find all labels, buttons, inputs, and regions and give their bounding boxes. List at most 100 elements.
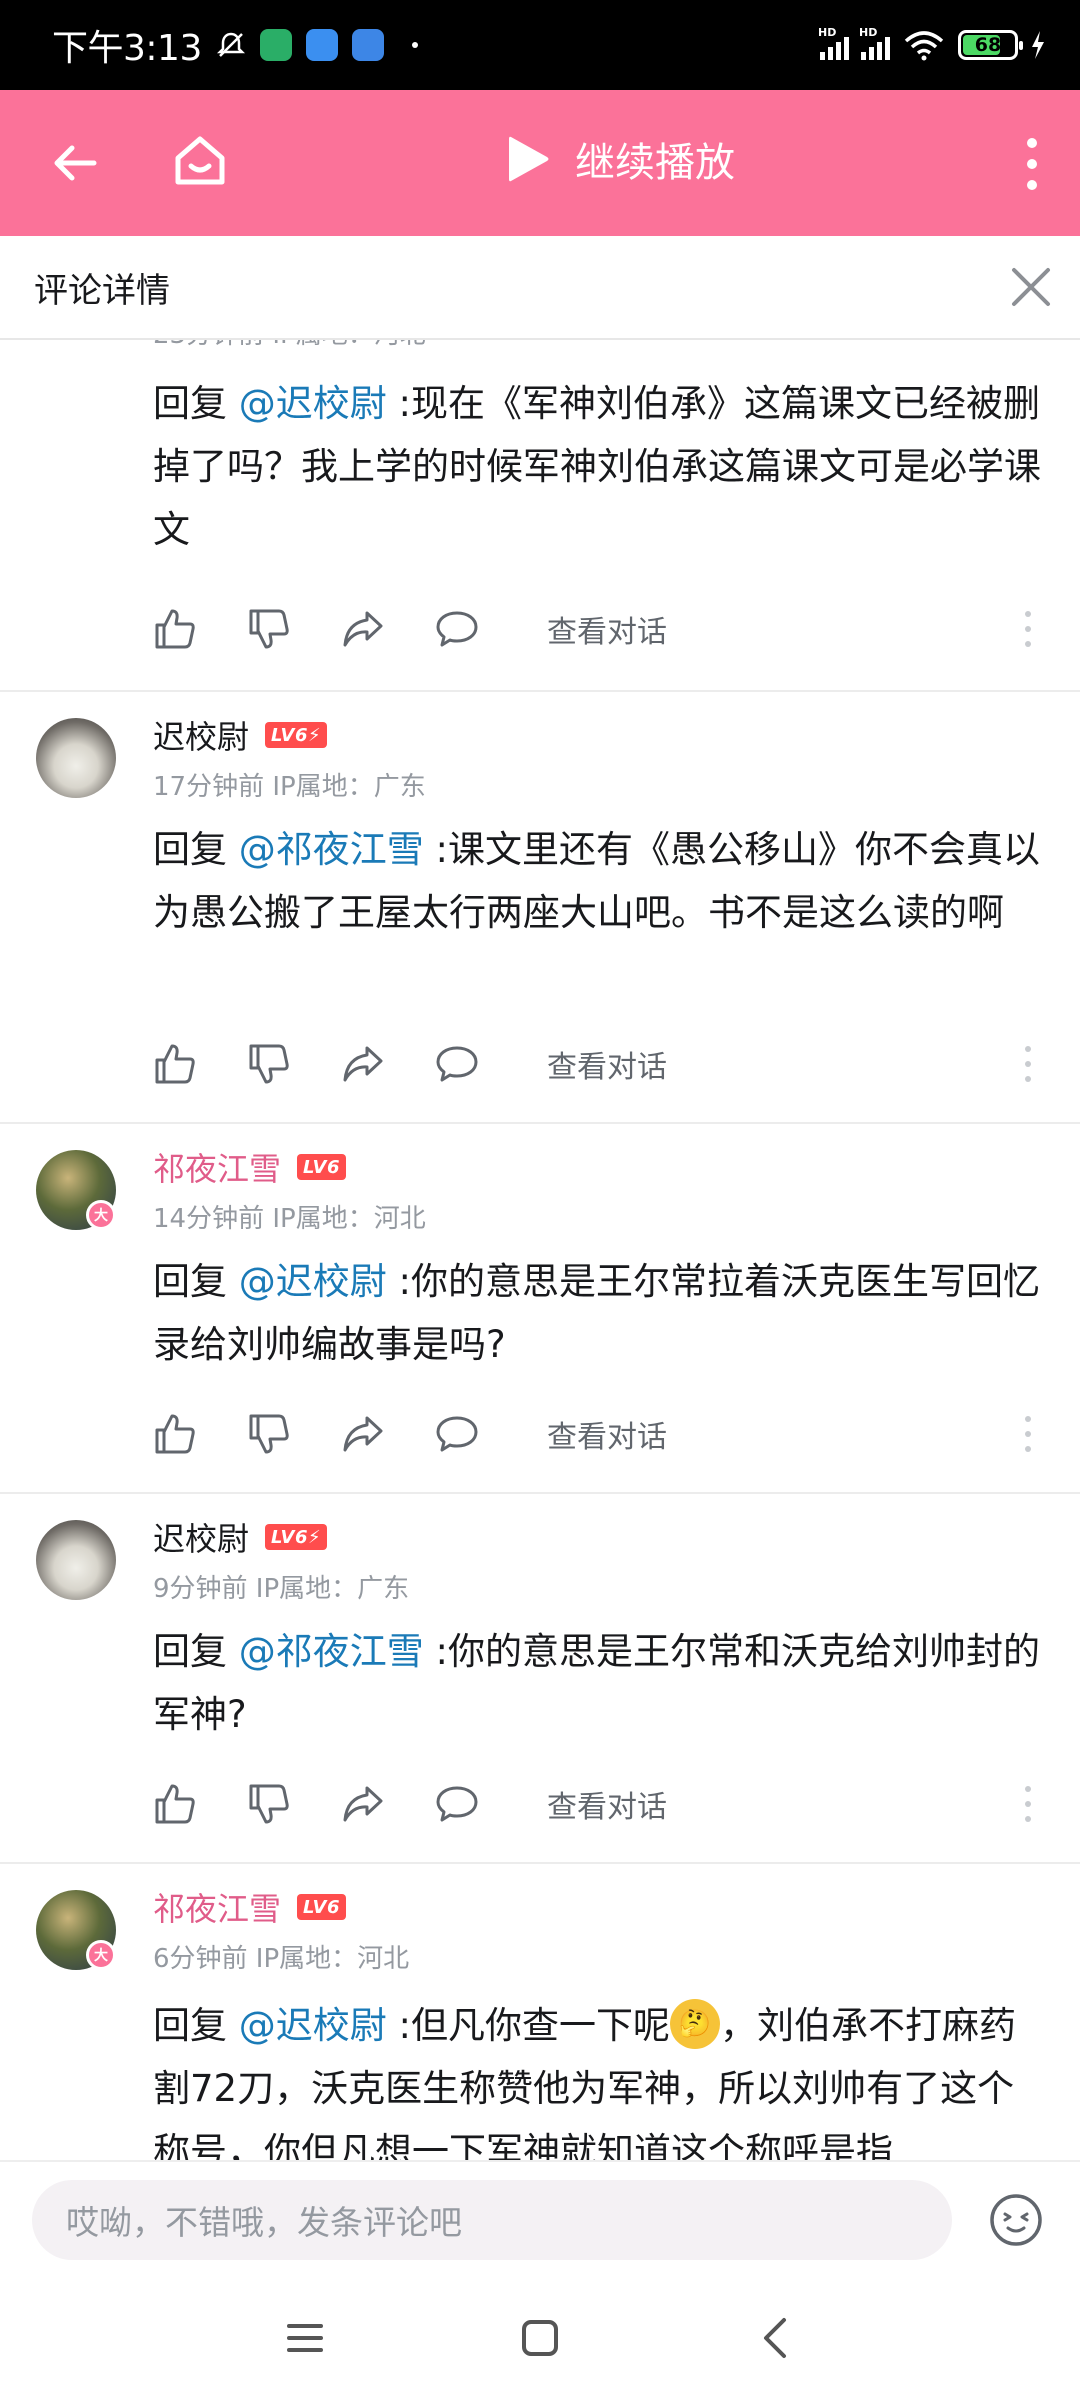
comment-more-icon[interactable] [1025,1416,1033,1452]
comment-meta: 6分钟前 IP属地：河北 [153,1944,410,1974]
more-vertical-icon[interactable] [1024,138,1040,190]
dislike-icon[interactable] [247,1042,291,1086]
comment-meta: 23分钟前 IP属地：河北 [153,340,426,351]
video-app-bar: 继续播放 [0,90,1080,236]
view-conversation-link[interactable]: 查看对话 [547,1782,667,1826]
vip-badge: 大 [86,1200,116,1230]
wechat-icon [259,29,292,61]
user-row: 迟校尉 LV6⚡ [153,1514,328,1560]
dislike-icon[interactable] [247,1412,291,1456]
like-icon[interactable] [153,607,197,651]
close-icon[interactable] [1008,264,1054,310]
comment-meta: 14分钟前 IP属地：河北 [153,1204,426,1234]
reply-icon[interactable] [435,1412,479,1456]
comment-text: 回复 @迟校尉 :但凡你查一下呢 🤔 ，刘伯承不打麻药割72刀，沃克医生称赞他为军神… [153,1994,1043,2160]
mention-link[interactable]: @祁夜江雪 [239,828,424,871]
user-row: 迟校尉 LV6⚡ [153,712,328,758]
emoji-icon[interactable] [988,2192,1044,2248]
play-icon [509,136,549,182]
page-title: 评论详情 [34,270,170,311]
avatar[interactable] [36,1520,116,1600]
comment-meta: 17分钟前 IP属地：广东 [153,772,426,802]
comment-actions: 查看对话 [153,1412,1053,1456]
battery-icon: 68 [958,30,1023,60]
system-indicators: HD HD 68 [818,26,1046,61]
avatar[interactable] [36,718,116,798]
reply-icon[interactable] [435,1042,479,1086]
comment-item: 大 23分钟前 IP属地：河北 回复 @迟校尉 :现在《军神刘伯承》这篇课文已经… [0,340,1080,692]
comment-detail-header: 评论详情 [0,236,1080,340]
comment-item: 迟校尉 LV6⚡ 9分钟前 IP属地：广东 回复 @祁夜江雪 :你的意思是王尔常… [0,1494,1080,1864]
share-icon[interactable] [341,1042,385,1086]
signal-2-icon: HD [859,26,890,60]
comment-meta: 9分钟前 IP属地：广东 [153,1574,410,1604]
continue-play-label: 继续播放 [575,140,735,186]
reply-prefix: 回复 [153,2004,239,2047]
gallery-icon [305,29,338,61]
comment-item: 大 祁夜江雪 LV6 6分钟前 IP属地：河北 回复 @迟校尉 :但凡你查一下呢… [0,1864,1080,2160]
home-icon[interactable] [170,130,230,190]
username[interactable]: 迟校尉 [153,712,249,758]
reply-icon[interactable] [435,607,479,651]
level-badge: LV6⚡ [265,722,328,748]
like-icon[interactable] [153,1412,197,1456]
mention-link[interactable]: @祁夜江雪 [239,1630,424,1673]
mute-bell-icon [216,32,245,57]
like-icon[interactable] [153,1782,197,1826]
notification-icons [216,29,418,61]
reply-prefix: 回复 [153,1260,239,1303]
user-row: 祁夜江雪 LV6 [153,1884,346,1930]
reply-prefix: 回复 [153,1630,239,1673]
comment-actions: 查看对话 [153,1782,1053,1826]
share-icon[interactable] [341,1412,385,1456]
comment-more-icon[interactable] [1025,1046,1033,1082]
charging-icon [1032,31,1044,59]
user-row: 祁夜江雪 LV6 [153,1144,346,1190]
comment-input-bar: 哎呦，不错哦，发条评论吧 [0,2160,1080,2278]
nav-home-icon[interactable] [520,2318,560,2358]
comment-input[interactable]: 哎呦，不错哦，发条评论吧 [32,2180,952,2260]
comment-item: 迟校尉 LV6⚡ 17分钟前 IP属地：广东 回复 @祁夜江雪 :课文里还有《愚… [0,692,1080,1124]
view-conversation-link[interactable]: 查看对话 [547,1412,667,1456]
comment-content: :但凡你查一下呢 [386,2004,670,2047]
share-icon[interactable] [341,607,385,651]
reply-icon[interactable] [435,1782,479,1826]
mention-link[interactable]: @迟校尉 [239,382,387,425]
nav-back-icon[interactable] [756,2316,796,2360]
signal-1-icon: HD [818,26,849,60]
level-badge: LV6 [297,1894,346,1920]
dislike-icon[interactable] [247,607,291,651]
back-arrow-icon[interactable] [48,136,102,190]
comment-actions: 查看对话 [153,607,1053,651]
comment-more-icon[interactable] [1025,611,1033,647]
more-notifications-icon [411,42,418,48]
mention-link[interactable]: @迟校尉 [239,1260,387,1303]
system-nav-bar [0,2278,1080,2400]
view-conversation-link[interactable]: 查看对话 [547,607,667,651]
comment-item: 大 祁夜江雪 LV6 14分钟前 IP属地：河北 回复 @迟校尉 :你的意思是王… [0,1124,1080,1494]
nav-menu-icon[interactable] [285,2318,325,2358]
continue-play-button[interactable]: 继续播放 [505,130,735,188]
username[interactable]: 祁夜江雪 [153,1144,281,1190]
comment-list[interactable]: 大 23分钟前 IP属地：河北 回复 @迟校尉 :现在《军神刘伯承》这篇课文已经… [0,340,1080,2160]
thinking-emoji-icon: 🤔 [670,1998,720,2049]
reply-prefix: 回复 [153,382,239,425]
like-icon[interactable] [153,1042,197,1086]
comment-more-icon[interactable] [1025,1786,1033,1822]
comment-actions: 查看对话 [153,1042,1053,1086]
view-conversation-link[interactable]: 查看对话 [547,1042,667,1086]
share-icon[interactable] [341,1782,385,1826]
comment-text: 回复 @迟校尉 :现在《军神刘伯承》这篇课文已经被删掉了吗？我上学的时候军神刘伯… [153,372,1043,561]
dislike-icon[interactable] [247,1782,291,1826]
username[interactable]: 迟校尉 [153,1514,249,1560]
status-bar: 下午3:13 HD HD 68 [0,0,1080,90]
reply-prefix: 回复 [153,828,239,871]
mail-icon [351,29,384,61]
vip-badge: 大 [86,1940,116,1970]
battery-level: 68 [974,34,1002,56]
mention-link[interactable]: @迟校尉 [239,2004,387,2047]
username[interactable]: 祁夜江雪 [153,1884,281,1930]
level-badge: LV6 [297,1154,346,1180]
comment-text: 回复 @祁夜江雪 :课文里还有《愚公移山》你不会真以为愚公搬了王屋太行两座大山吧… [153,818,1043,944]
comment-text: 回复 @迟校尉 :你的意思是王尔常拉着沃克医生写回忆录给刘帅编故事是吗? [153,1250,1043,1376]
